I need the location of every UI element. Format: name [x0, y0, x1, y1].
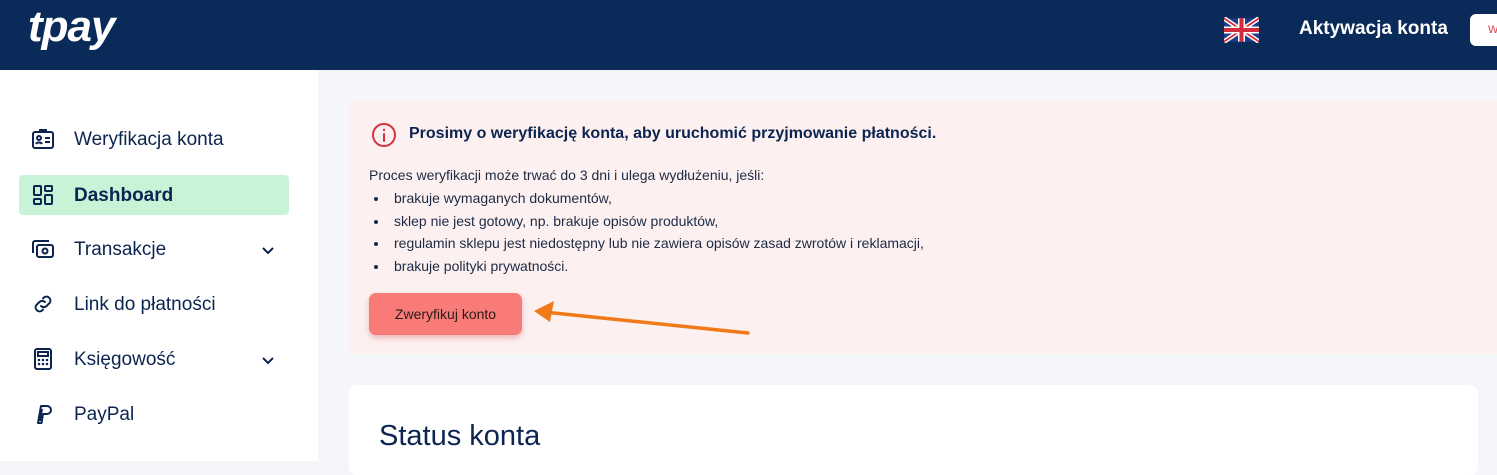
calculator-icon [34, 348, 52, 370]
bullet-icon [374, 219, 378, 224]
verify-account-button[interactable]: Zweryfikuj konto [369, 293, 522, 335]
list-item-text: sklep nie jest gotowy, np. brakuje opisó… [394, 212, 719, 229]
sidebar-item-label: PayPal [74, 404, 135, 425]
page-title: Aktywacja konta [1299, 18, 1448, 39]
id-card-icon [32, 129, 54, 149]
sidebar-item-transakcje[interactable]: Transakcje [19, 229, 289, 269]
paypal-icon [37, 405, 52, 424]
link-icon [34, 295, 52, 313]
status-card: Status konta [349, 385, 1478, 475]
list-item: brakuje wymaganych dokumentów, [369, 190, 924, 213]
list-item: brakuje polityki prywatności. [369, 258, 924, 281]
tpay-logo[interactable]: tpay [28, 2, 115, 52]
list-item-text: brakuje wymaganych dokumentów, [394, 190, 612, 206]
alert-bullet-list: brakuje wymaganych dokumentów, sklep nie… [369, 190, 924, 280]
sidebar-item-label: Link do płatności [74, 294, 216, 315]
alert-title: Prosimy o weryfikację konta, aby uruchom… [409, 125, 937, 142]
uk-flag-icon[interactable] [1224, 17, 1259, 43]
sidebar-item-ksiegowosc[interactable]: Księgowość [19, 339, 289, 379]
list-item-text: regulamin sklepu jest niedostępny lub ni… [394, 235, 924, 252]
list-item: regulamin sklepu jest niedostępny lub ni… [369, 235, 924, 258]
bullet-icon [374, 264, 378, 269]
list-item-text: brakuje polityki prywatności. [394, 257, 569, 274]
sidebar-item-label: Transakcje [74, 239, 167, 260]
sidebar-item-link-do-platnosci[interactable]: Link do płatności [19, 284, 289, 324]
status-card-title: Status konta [379, 420, 541, 452]
bullet-icon [374, 197, 378, 201]
sidebar-item-paypal[interactable]: PayPal [19, 394, 289, 434]
annotation-arrow-icon [534, 301, 750, 335]
sidebar-item-weryfikacja-konta[interactable]: Weryfikacja konta [19, 119, 289, 159]
sidebar-item-label: Księgowość [74, 349, 176, 370]
sidebar-item-label: Dashboard [74, 185, 174, 206]
top-header: tpay Aktywacja konta W [0, 0, 1497, 70]
info-icon [372, 123, 396, 147]
chevron-down-icon[interactable] [260, 242, 276, 258]
chevron-down-icon[interactable] [260, 352, 276, 368]
bullet-icon [374, 242, 378, 247]
sidebar: Weryfikacja konta Dashboard Transakcje L… [0, 70, 318, 461]
list-item: sklep nie jest gotowy, np. brakuje opisó… [369, 213, 924, 236]
header-action-button[interactable]: W [1470, 14, 1497, 46]
alert-intro: Proces weryfikacji może trwać do 3 dni i… [369, 167, 765, 183]
sidebar-item-label: Weryfikacja konta [74, 129, 224, 150]
cash-icon [32, 240, 54, 258]
sidebar-item-dashboard[interactable]: Dashboard [19, 175, 289, 215]
dashboard-grid-icon [33, 185, 53, 205]
verification-alert: Prosimy o weryfikację konta, aby uruchom… [349, 100, 1497, 354]
